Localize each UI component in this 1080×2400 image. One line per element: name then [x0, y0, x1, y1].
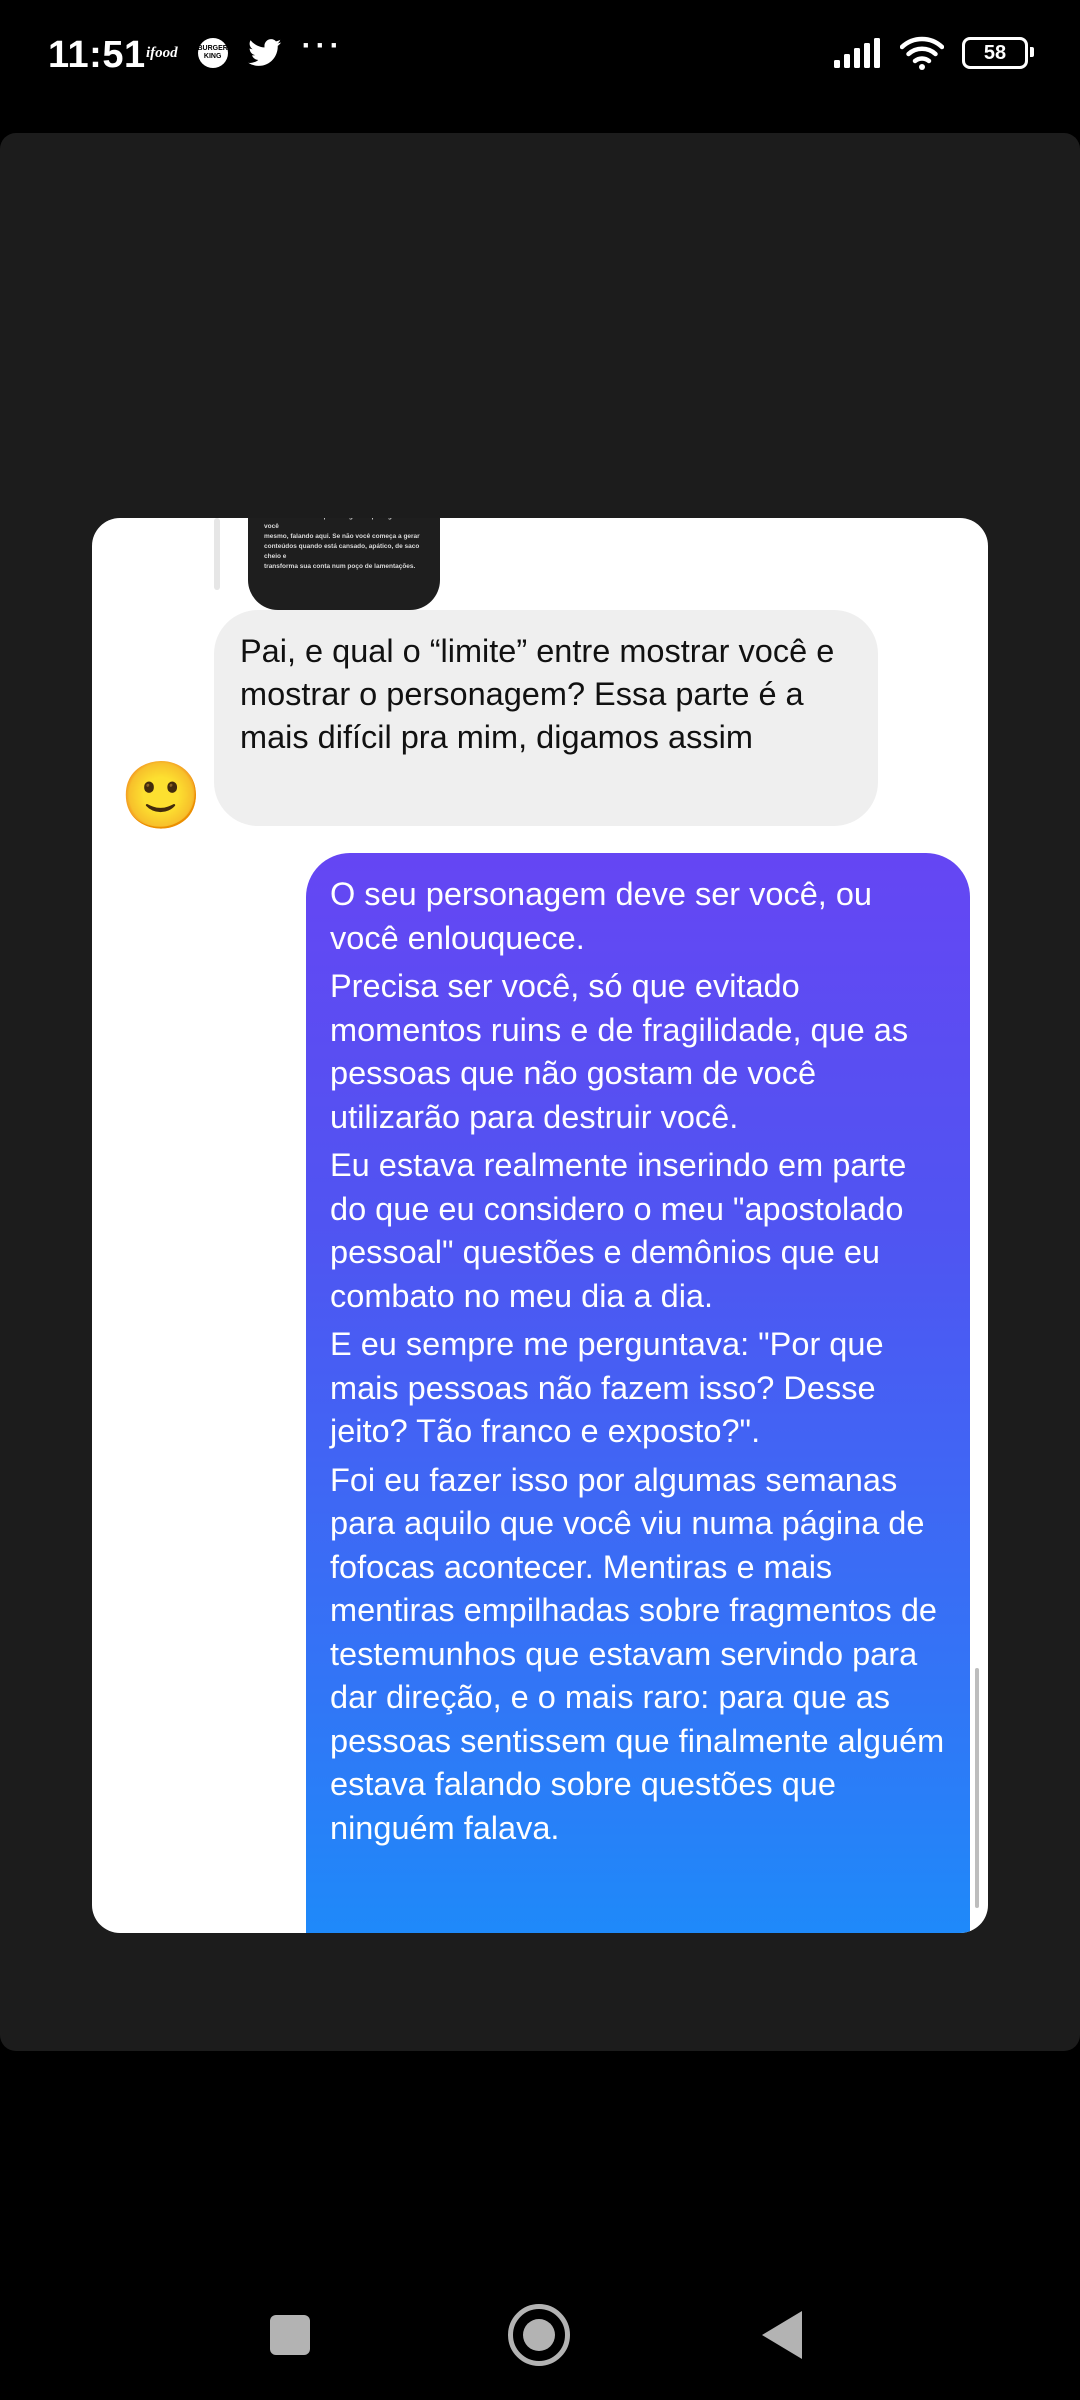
- battery-icon: 58: [962, 37, 1034, 69]
- sent-paragraph: E eu sempre me perguntava: "Por que mais…: [330, 1326, 884, 1449]
- reply-indicator: [214, 518, 220, 590]
- wifi-icon: [900, 36, 944, 70]
- preview-line: conteúdos quando está cansado, apático, …: [264, 543, 420, 560]
- preview-line: transforma sua conta num poço de lamenta…: [264, 563, 416, 570]
- ifood-icon: ifood: [146, 45, 178, 61]
- system-status-icons: 58: [834, 36, 1034, 70]
- shared-message-preview[interactable]: acontecendo ali. O personagem te protege…: [248, 518, 440, 610]
- sent-paragraph: Eu estava realmente inserindo em parte d…: [330, 1147, 907, 1314]
- twitter-icon: [247, 39, 281, 66]
- battery-level: 58: [983, 41, 1007, 64]
- preview-line: mesmo, falando aqui. Se não você começa …: [264, 533, 420, 540]
- circle-home-icon[interactable]: [508, 2304, 570, 2366]
- sent-message-bubble: O seu personagem deve ser você, ou você …: [306, 853, 970, 1933]
- sent-paragraph: Foi eu fazer isso por algumas semanas pa…: [330, 1461, 945, 1846]
- burger-king-icon: BURGER KING: [198, 38, 228, 68]
- preview-line: acontecendo ali. O personagem te protege…: [264, 518, 417, 530]
- more-notifications-icon: ···: [301, 29, 344, 62]
- triangle-back-icon[interactable]: [762, 2311, 802, 2359]
- notification-icons: ifood BURGER KING ···: [146, 29, 344, 68]
- square-recent-icon[interactable]: [270, 2315, 310, 2355]
- sent-paragraph: Precisa ser você, só que evitado momento…: [330, 968, 909, 1135]
- signal-icon: [834, 38, 880, 68]
- status-bar: 11:51 ifood BURGER KING ··· 58: [0, 0, 1080, 120]
- chat-screenshot-card: acontecendo ali. O personagem te protege…: [92, 518, 988, 1933]
- received-message-bubble: Pai, e qual o “limite” entre mostrar voc…: [214, 610, 878, 826]
- story-viewer[interactable]: acontecendo ali. O personagem te protege…: [0, 133, 1080, 2051]
- avatar-emoji-icon: 🙂: [120, 758, 203, 832]
- sent-paragraph: O seu personagem deve ser você, ou você …: [330, 876, 872, 956]
- status-time: 11:51: [48, 34, 146, 76]
- scrollbar[interactable]: [975, 1668, 979, 1908]
